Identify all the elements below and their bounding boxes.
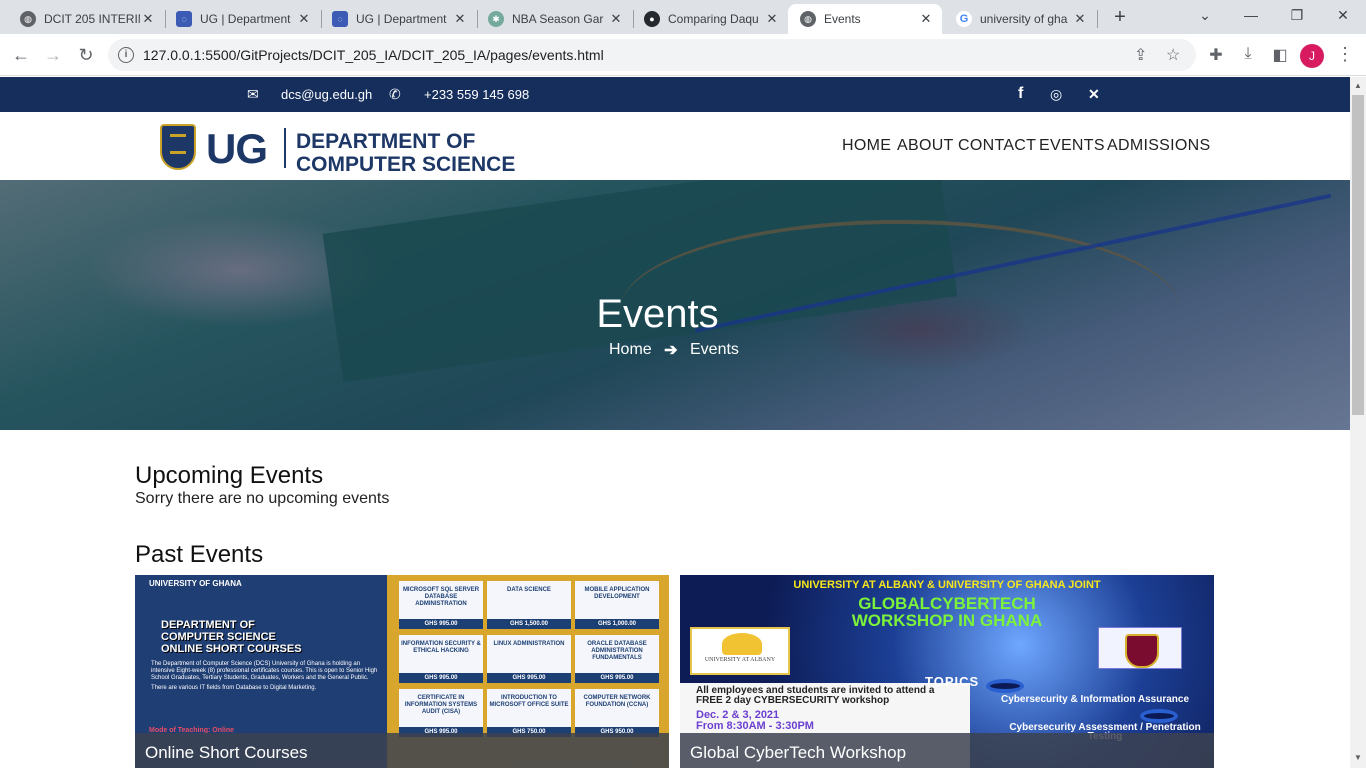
tab-title: Comparing Daqu — [668, 12, 759, 26]
browser-tab[interactable]: ✱ NBA Season Gar ✕ — [476, 4, 632, 34]
bookmark-star-icon[interactable]: ☆ — [1166, 45, 1180, 65]
tab-title: Events — [824, 12, 861, 26]
browser-tab[interactable]: ◌ UG | Department ✕ — [164, 4, 320, 34]
back-icon[interactable]: ← — [9, 43, 33, 67]
page-scrollbar[interactable]: ▲ ▼ — [1350, 77, 1366, 768]
event-card-online-short-courses[interactable]: UNIVERSITY OF GHANA DEPARTMENT OF COMPUT… — [135, 575, 669, 768]
tab-title: NBA Season Gar — [512, 12, 604, 26]
google-icon: G — [956, 11, 972, 27]
github-icon: ● — [644, 11, 660, 27]
page-title: Events — [596, 292, 719, 336]
minimize-icon[interactable]: — — [1236, 4, 1266, 26]
nav-home[interactable]: HOME — [842, 137, 891, 155]
close-icon[interactable]: ✕ — [608, 11, 624, 27]
logo-divider — [284, 128, 286, 168]
close-window-icon[interactable]: ✕ — [1328, 4, 1358, 26]
logo-ug-text: UG — [206, 125, 268, 172]
page-viewport: ✉ dcs@ug.edu.gh ✆ +233 559 145 698 f ◎ ✕… — [0, 77, 1350, 768]
past-events-heading: Past Events — [135, 541, 264, 568]
contact-email[interactable]: dcs@ug.edu.gh — [281, 87, 372, 102]
site-header: UG DEPARTMENT OF COMPUTER SCIENCE HOME A… — [0, 112, 1350, 180]
close-icon[interactable]: ✕ — [296, 11, 312, 27]
profile-avatar[interactable]: J — [1300, 44, 1324, 68]
browser-tab[interactable]: ◌ UG | Department ✕ — [320, 4, 476, 34]
tab-title: university of gha — [980, 12, 1068, 26]
globe-icon: ◍ — [20, 11, 36, 27]
close-icon[interactable]: ✕ — [452, 11, 468, 27]
menu-icon[interactable]: ⋮ — [1336, 44, 1354, 65]
tab-search-icon[interactable]: ⌄ — [1190, 4, 1220, 26]
page-hero-banner: Events Home ➔ Events — [0, 180, 1350, 430]
close-icon[interactable]: ✕ — [918, 11, 934, 27]
globe-icon: ◍ — [800, 11, 816, 27]
forward-icon[interactable]: → — [41, 43, 65, 67]
logo-line-1: DEPARTMENT OF — [296, 130, 476, 153]
scroll-up-icon[interactable]: ▲ — [1354, 81, 1362, 90]
no-upcoming-events-text: Sorry there are no upcoming events — [135, 490, 390, 507]
url-text[interactable]: 127.0.0.1:5500/GitProjects/DCIT_205_IA/D… — [143, 47, 604, 63]
x-twitter-icon[interactable]: ✕ — [1088, 86, 1100, 103]
tab-title: DCIT 205 INTERIM — [44, 12, 140, 26]
contact-bar: ✉ dcs@ug.edu.gh ✆ +233 559 145 698 f ◎ ✕ — [0, 77, 1350, 112]
chatgpt-icon: ✱ — [488, 11, 504, 27]
tab-title: UG | Department — [200, 12, 291, 26]
site-info-icon[interactable]: i — [118, 47, 134, 63]
side-panel-icon[interactable]: ◧ — [1270, 45, 1290, 65]
phone-icon: ✆ — [389, 86, 401, 102]
reload-icon[interactable]: ↻ — [74, 43, 98, 67]
ug-favicon-icon: ◌ — [176, 11, 192, 27]
extensions-icon[interactable]: ✚ — [1206, 45, 1226, 65]
mail-icon: ✉ — [247, 86, 259, 102]
nav-admissions[interactable]: ADMISSIONS — [1107, 137, 1210, 155]
ug-favicon-icon: ◌ — [332, 11, 348, 27]
close-icon[interactable]: ✕ — [764, 11, 780, 27]
browser-tab-active[interactable]: ◍ Events ✕ — [788, 4, 942, 34]
logo-line-2: COMPUTER SCIENCE — [296, 153, 516, 176]
logo-department: DEPARTMENT OF COMPUTER SCIENCE — [296, 130, 515, 176]
download-icon[interactable]: ⤓ — [1238, 45, 1258, 63]
arrow-right-icon: ➔ — [664, 342, 678, 359]
tab-title: UG | Department — [356, 12, 447, 26]
breadcrumb-current: Events — [690, 341, 739, 358]
share-icon[interactable]: ⇪ — [1134, 45, 1147, 65]
browser-tab[interactable]: ◍ DCIT 205 INTERIM ✕ — [8, 4, 164, 34]
close-icon[interactable]: ✕ — [140, 11, 156, 27]
nav-about[interactable]: ABOUT — [897, 137, 954, 155]
contact-phone[interactable]: +233 559 145 698 — [424, 87, 529, 102]
instagram-icon[interactable]: ◎ — [1050, 86, 1062, 103]
event-card-caption[interactable]: Online Short Courses — [135, 733, 669, 768]
breadcrumb: Home ➔ Events — [609, 340, 739, 360]
site-logo[interactable]: UG DEPARTMENT OF COMPUTER SCIENCE — [160, 122, 530, 176]
event-card-global-cybertech-workshop[interactable]: UNIVERSITY AT ALBANY & UNIVERSITY OF GHA… — [680, 575, 1214, 768]
nav-events[interactable]: EVENTS — [1039, 137, 1105, 155]
browser-tab[interactable]: G university of gha ✕ — [944, 4, 1096, 34]
browser-toolbar: ← → ↻ i 127.0.0.1:5500/GitProjects/DCIT_… — [0, 34, 1366, 76]
upcoming-events-heading: Upcoming Events — [135, 462, 324, 489]
ug-crest-logo — [1098, 627, 1182, 669]
scrollbar-thumb[interactable] — [1352, 95, 1364, 415]
new-tab-button[interactable]: + — [1110, 6, 1130, 28]
address-bar[interactable]: i 127.0.0.1:5500/GitProjects/DCIT_205_IA… — [108, 39, 1196, 71]
scroll-down-icon[interactable]: ▼ — [1354, 753, 1362, 762]
browser-tab[interactable]: ● Comparing Daqu ✕ — [632, 4, 788, 34]
restore-icon[interactable]: ❐ — [1282, 4, 1312, 26]
nav-contact[interactable]: CONTACT — [958, 137, 1036, 155]
close-icon[interactable]: ✕ — [1072, 11, 1088, 27]
university-at-albany-logo: UNIVERSITY AT ALBANY — [690, 627, 790, 675]
browser-tab-strip: ◍ DCIT 205 INTERIM ✕ ◌ UG | Department ✕… — [0, 0, 1366, 34]
facebook-icon[interactable]: f — [1018, 85, 1023, 103]
event-card-caption[interactable]: Global CyberTech Workshop — [680, 733, 1214, 768]
breadcrumb-home-link[interactable]: Home — [609, 341, 652, 359]
ug-crest-icon — [160, 124, 196, 170]
